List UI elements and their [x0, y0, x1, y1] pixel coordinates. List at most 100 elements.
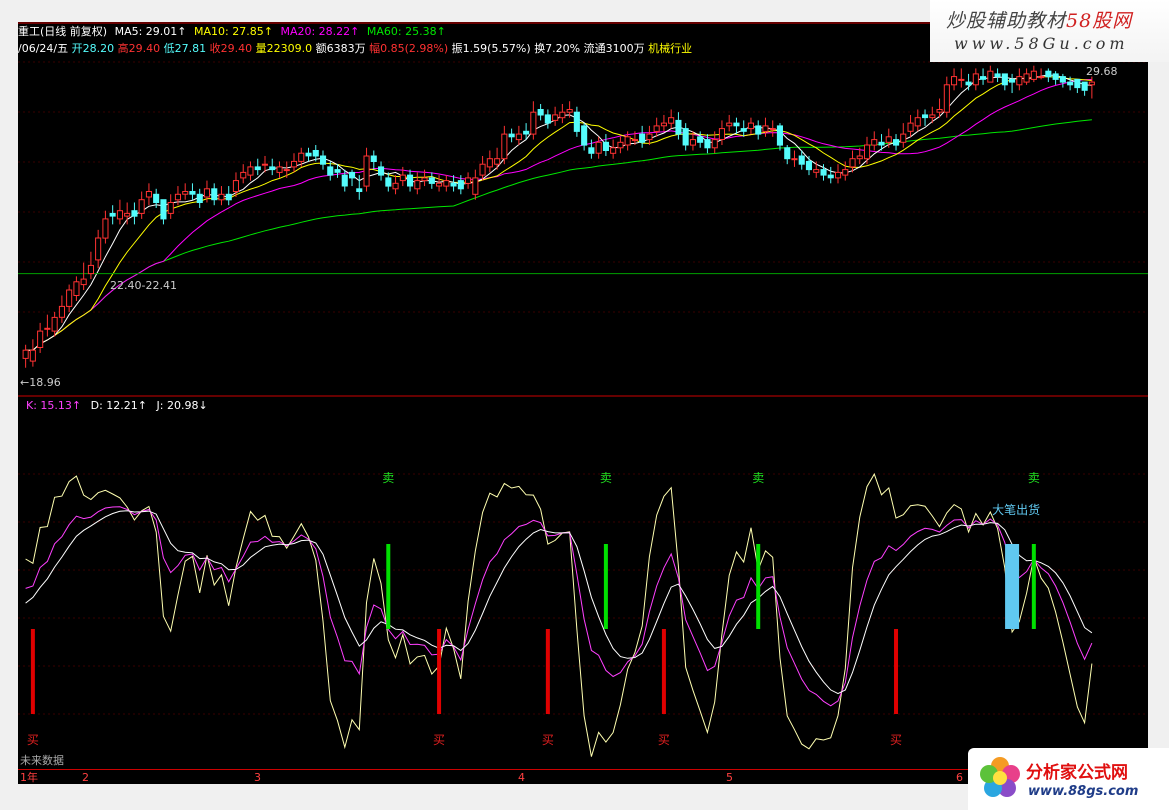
candle-body [276, 166, 283, 173]
buy-signal-label: 买 [658, 733, 670, 747]
buy-signal-bar [437, 629, 442, 714]
candle-body [893, 139, 900, 146]
window-frame: 买 卖买 买 卖买 卖买 大笔出货 卖 重工(日线 前复权) MA5: 29.01↑ MA1… [0, 0, 1169, 810]
candle-body [334, 169, 341, 173]
buy-signal-label: 买 [890, 733, 902, 747]
candle-body [1088, 81, 1095, 86]
candle-body [958, 78, 965, 81]
info-bar-line1: 重工(日线 前复权) MA5: 29.01↑ MA10: 27.85↑ MA20… [18, 25, 446, 38]
candle-body [864, 144, 871, 160]
logo-58gu-title-a: 炒股辅助教材 [946, 10, 1067, 32]
candle-body [856, 155, 863, 160]
candle-body [943, 84, 950, 113]
candle-body [479, 163, 486, 176]
industry-label: 机械行业 [648, 42, 693, 55]
candle-body [798, 155, 805, 165]
candle-body [552, 114, 559, 121]
candle-body [929, 114, 936, 119]
candle-body [225, 193, 232, 201]
sell-signal-label: 卖 [600, 471, 612, 485]
candle-body [697, 136, 704, 143]
date-label: /06/24/五 [18, 42, 69, 55]
candle-body [363, 155, 370, 187]
candle-body [356, 188, 363, 193]
candle-body [682, 128, 689, 146]
candle-body [66, 289, 73, 307]
candle-body [900, 133, 907, 143]
candle-body [124, 212, 131, 217]
buy-signal-bar [545, 629, 550, 714]
d-label: D: 12.21↑ [90, 399, 148, 412]
candle-body [283, 169, 290, 172]
close-label: 收29.40 [209, 42, 253, 55]
candle-body [602, 141, 610, 152]
change-label: 幅0.85(2.98%) [369, 42, 449, 55]
candle-body [349, 171, 356, 179]
candle-body [733, 122, 740, 127]
kdj-bar: K: 15.13↑ D: 12.21↑ J: 20.98↓ [18, 399, 208, 412]
candle-body [827, 174, 834, 179]
buy-signal-label: 买 [433, 733, 445, 747]
candle-body [675, 119, 682, 135]
float-label: 流通3100万 [583, 42, 645, 55]
candle-body [501, 133, 508, 160]
k-label: K: 15.13↑ [26, 399, 82, 412]
candle-body [515, 133, 522, 141]
volume-label: 量22309.0 [255, 42, 313, 55]
time-label-year: 1年 [20, 771, 38, 784]
candle-body [153, 193, 160, 204]
candle-body [936, 109, 943, 113]
buy-signal-label: 买 [542, 733, 554, 747]
chart-screen: 买 卖买 买 卖买 卖买 大笔出货 卖 重工(日线 前复权) MA5: 29.01↑ MA1… [18, 22, 1148, 784]
big-out-bar [1005, 544, 1020, 629]
candle-body [138, 199, 145, 214]
candle-body [747, 122, 755, 130]
open-label: 开28.20 [71, 42, 115, 55]
candle-body [530, 111, 537, 135]
candle-body [29, 349, 36, 362]
candle-body [914, 117, 921, 127]
candle-body [465, 177, 472, 184]
candle-body [385, 177, 392, 187]
big-out-label: 大笔出货 [992, 502, 1040, 517]
candle-body [994, 73, 1001, 78]
ma5-label: MA5: 29.01↑ [114, 25, 187, 38]
candle-body [588, 147, 595, 154]
sell-signal-bar [1031, 544, 1036, 629]
candle-body [631, 139, 639, 142]
candle-body [820, 169, 827, 176]
logo-88gs-title: 分析家公式网 [1026, 763, 1128, 783]
candle-body [486, 158, 493, 168]
candle-body [291, 160, 298, 168]
candle-body [805, 160, 813, 171]
sell-signal-label: 卖 [382, 471, 394, 485]
amplitude-label: 振1.59(5.57%) [451, 42, 531, 55]
candle-body [392, 182, 399, 190]
logo-58gu-title-b: 58股网 [1066, 10, 1133, 32]
candle-body [646, 133, 653, 141]
candle-body [414, 180, 421, 190]
sell-signal-label: 卖 [1028, 471, 1040, 485]
candle-body [755, 125, 762, 135]
candle-body [537, 109, 544, 116]
buy-signal-bar [661, 629, 666, 714]
candle-body [95, 237, 102, 261]
candle-body [494, 158, 501, 165]
candle-body [1038, 76, 1045, 79]
high-label: 高29.40 [117, 42, 161, 55]
candle-body [617, 141, 624, 149]
candle-body [261, 163, 268, 166]
sell-signal-bar [386, 544, 391, 629]
candle-body [907, 122, 914, 132]
candle-body [726, 122, 733, 127]
info-bar-line2: /06/24/五 开28.20 高29.40 低27.81 收29.40 量22… [18, 42, 692, 55]
j-label: J: 20.98↓ [156, 399, 208, 412]
time-label-6: 6 [956, 771, 963, 784]
candle-body [1016, 76, 1023, 86]
candle-body [58, 305, 66, 318]
candle-body [740, 128, 747, 132]
candle-body [428, 177, 435, 184]
candle-body [972, 73, 979, 86]
candle-body [174, 193, 181, 201]
ma20-label: MA20: 28.22↑ [280, 25, 360, 38]
